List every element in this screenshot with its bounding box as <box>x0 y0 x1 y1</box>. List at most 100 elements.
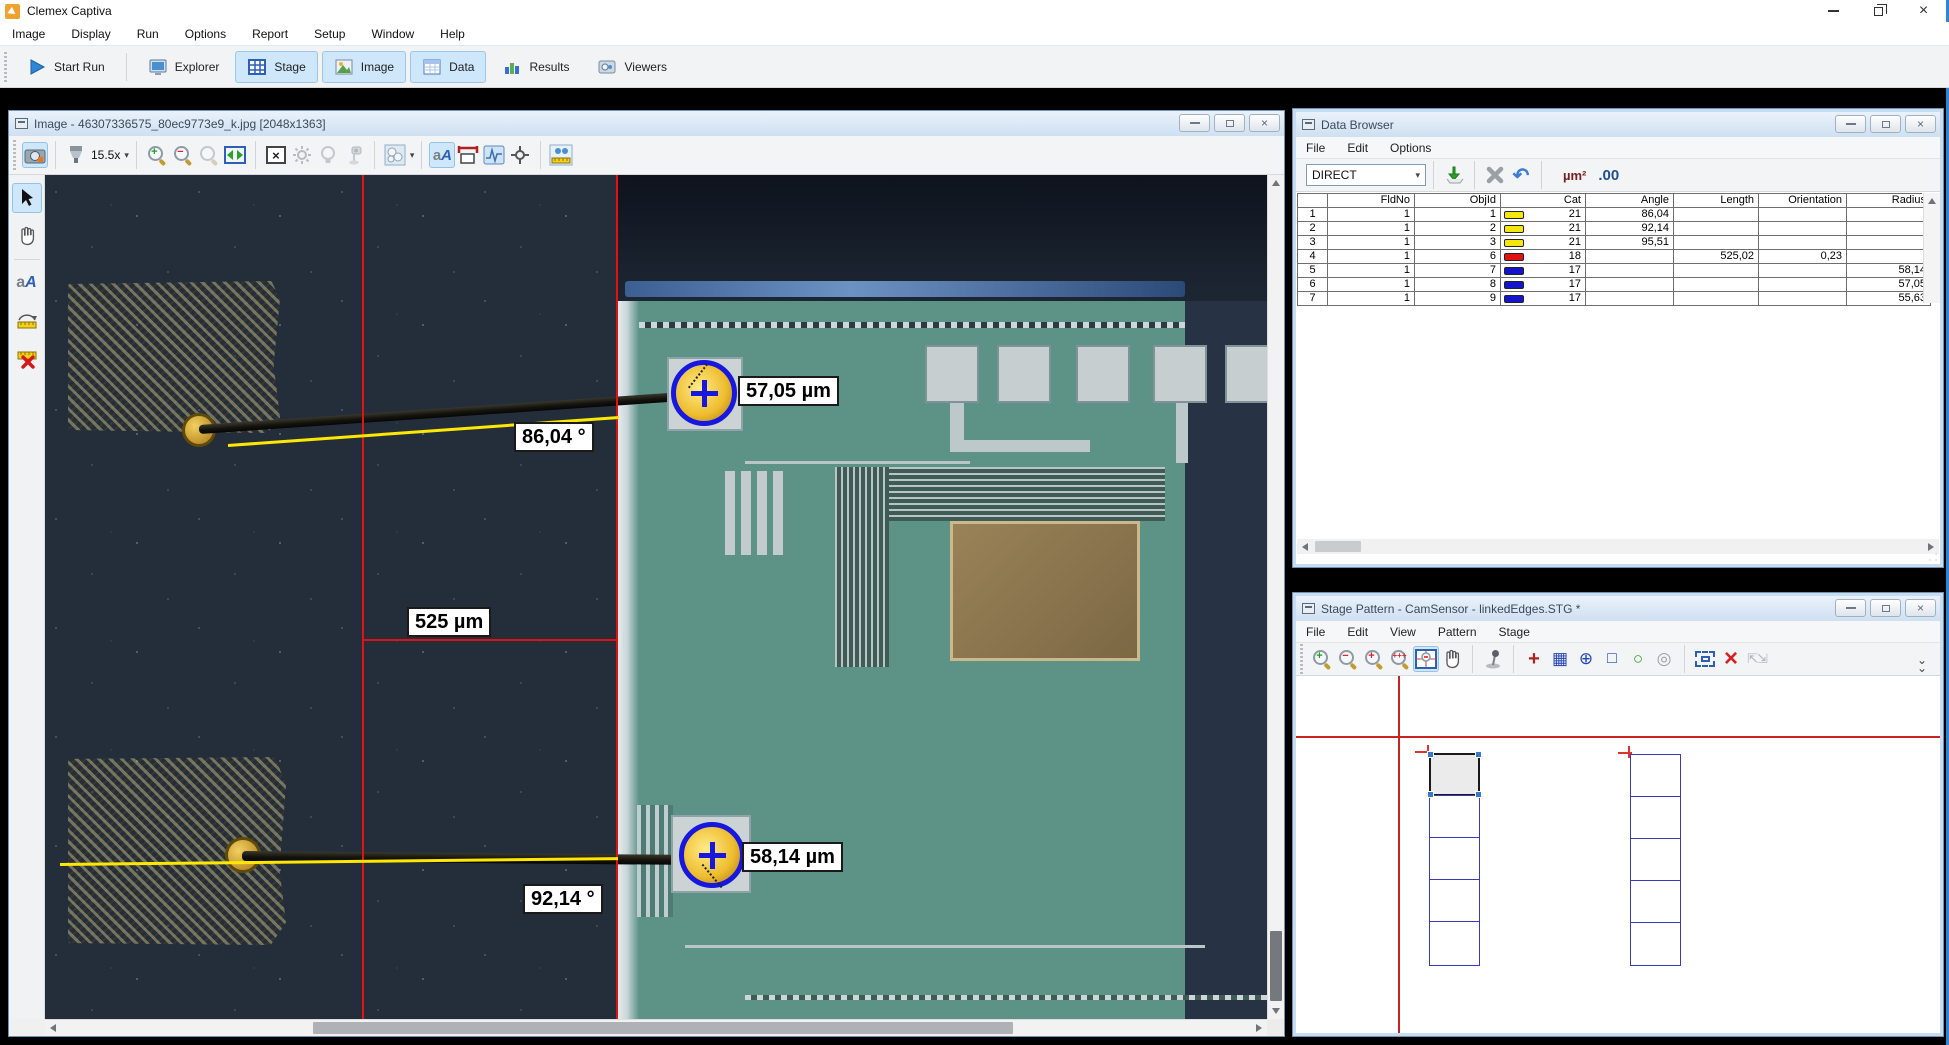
menu-help[interactable]: Help <box>440 27 465 41</box>
explorer-button[interactable]: Explorer <box>136 51 232 83</box>
cat-cell[interactable]: 21 <box>1501 208 1586 222</box>
fldno-cell[interactable]: 1 <box>1328 236 1415 250</box>
objid-cell[interactable]: 3 <box>1415 236 1501 250</box>
sp-select-marquee-button[interactable] <box>1692 646 1718 672</box>
objective-button[interactable] <box>63 142 89 168</box>
db-minimize-button[interactable] <box>1835 115 1866 133</box>
length-cell[interactable] <box>1674 292 1759 306</box>
column-header[interactable]: ObjId <box>1415 194 1501 208</box>
image-window-titlebar[interactable]: Image - 46307336575_80ec9773e9_k.jpg [20… <box>9 111 1284 136</box>
menu-report[interactable]: Report <box>252 27 288 41</box>
scroll-right-icon[interactable] <box>1256 1024 1262 1032</box>
pattern-cell-selected[interactable] <box>1429 753 1480 796</box>
sp-pan-button[interactable] <box>1439 646 1465 672</box>
angle-cell[interactable]: 92,14 <box>1586 222 1674 236</box>
sp-joystick-button[interactable] <box>1480 646 1506 672</box>
calibration-button[interactable] <box>548 142 574 168</box>
zoom-tool-button[interactable] <box>196 142 222 168</box>
row-number-cell[interactable]: 6 <box>1298 278 1328 292</box>
toolbar-overflow-button[interactable]: ⌄⌄ <box>1912 649 1932 673</box>
horizontal-scroll-thumb[interactable] <box>313 1022 1013 1034</box>
menu-options[interactable]: Options <box>185 27 226 41</box>
sp-zoom-point-button[interactable]: + <box>1361 646 1387 672</box>
export-button[interactable] <box>1441 162 1467 188</box>
menu-window[interactable]: Window <box>371 27 414 41</box>
pattern-cell[interactable] <box>1429 879 1480 922</box>
menu-display[interactable]: Display <box>71 27 110 41</box>
scroll-right-icon[interactable] <box>1928 543 1934 551</box>
cat-cell[interactable]: 21 <box>1501 222 1586 236</box>
fldno-cell[interactable]: 1 <box>1328 222 1415 236</box>
stage-button[interactable]: Stage <box>235 51 317 83</box>
close-button[interactable]: × <box>1901 0 1946 22</box>
angle-label-bottom[interactable]: 92,14 ° <box>523 884 603 914</box>
db-menu-options[interactable]: Options <box>1390 141 1431 155</box>
radius-cell[interactable]: 58,14 <box>1847 264 1931 278</box>
row-number-cell[interactable]: 7 <box>1298 292 1328 306</box>
objid-cell[interactable]: 6 <box>1415 250 1501 264</box>
angle-label-top[interactable]: 86,04 ° <box>514 422 594 452</box>
horizontal-scroll-thumb[interactable] <box>1315 541 1361 552</box>
length-cell[interactable]: 525,02 <box>1674 250 1759 264</box>
zoom-out-button[interactable]: − <box>170 142 196 168</box>
orientation-cell[interactable] <box>1759 236 1847 250</box>
cat-cell[interactable]: 17 <box>1501 292 1586 306</box>
fldno-cell[interactable]: 1 <box>1328 264 1415 278</box>
angle-cell[interactable] <box>1586 264 1674 278</box>
sp-zoom-in-button[interactable]: + <box>1309 646 1335 672</box>
sp-point-pattern-button[interactable]: + <box>1521 646 1547 672</box>
pattern-cell[interactable] <box>1630 796 1681 839</box>
objid-cell[interactable]: 1 <box>1415 208 1501 222</box>
image-close-button[interactable]: × <box>1249 114 1280 132</box>
length-cell[interactable] <box>1674 264 1759 278</box>
sp-zoom-region-button[interactable] <box>1413 646 1439 672</box>
db-close-button[interactable]: × <box>1905 115 1936 133</box>
camera-button[interactable] <box>22 142 48 168</box>
row-number-cell[interactable]: 4 <box>1298 250 1328 264</box>
scroll-left-icon[interactable] <box>1302 543 1308 551</box>
stage-pattern-canvas[interactable] <box>1296 676 1940 1033</box>
scroll-down-icon[interactable] <box>1272 1008 1280 1014</box>
results-button[interactable]: Results <box>490 51 581 83</box>
objid-cell[interactable]: 8 <box>1415 278 1501 292</box>
image-horizontal-scrollbar[interactable] <box>45 1019 1267 1036</box>
sp-delete-button[interactable]: × <box>1718 646 1744 672</box>
start-run-button[interactable]: Start Run <box>15 51 117 83</box>
column-header[interactable]: Length <box>1674 194 1759 208</box>
image-maximize-button[interactable] <box>1214 114 1245 132</box>
illumination-button[interactable] <box>315 142 341 168</box>
image-minimize-button[interactable] <box>1179 114 1210 132</box>
sp-menu-stage[interactable]: Stage <box>1499 625 1530 639</box>
length-cell[interactable] <box>1674 208 1759 222</box>
cat-cell[interactable]: 17 <box>1501 278 1586 292</box>
cat-cell[interactable]: 21 <box>1501 236 1586 250</box>
fit-to-window-button[interactable] <box>222 142 248 168</box>
column-header[interactable]: Orientation <box>1759 194 1847 208</box>
pan-tool-button[interactable] <box>12 221 42 251</box>
clear-markers-button[interactable]: × <box>263 142 289 168</box>
scroll-up-icon[interactable] <box>1928 198 1936 204</box>
sp-minimize-button[interactable] <box>1835 599 1866 617</box>
scroll-up-icon[interactable] <box>1272 180 1280 186</box>
pattern-cell[interactable] <box>1630 838 1681 881</box>
radius-cell[interactable] <box>1847 208 1931 222</box>
orientation-cell[interactable] <box>1759 292 1847 306</box>
sp-menu-view[interactable]: View <box>1390 625 1416 639</box>
orientation-cell[interactable]: 0,23 <box>1759 250 1847 264</box>
micrograph-view[interactable]: 57,05 µm 86,04 ° 525 µm 58,14 µm 92,14 ° <box>45 175 1267 1019</box>
db-menu-edit[interactable]: Edit <box>1347 141 1368 155</box>
table-horizontal-scrollbar[interactable] <box>1297 539 1939 554</box>
cat-cell[interactable]: 18 <box>1501 250 1586 264</box>
radius-cell[interactable] <box>1847 250 1931 264</box>
row-number-cell[interactable]: 1 <box>1298 208 1328 222</box>
settings-button[interactable] <box>289 142 315 168</box>
angle-cell[interactable] <box>1586 292 1674 306</box>
orientation-cell[interactable] <box>1759 278 1847 292</box>
objid-cell[interactable]: 7 <box>1415 264 1501 278</box>
zoom-dropdown-arrow-icon[interactable]: ▾ <box>124 150 129 161</box>
fldno-cell[interactable]: 1 <box>1328 250 1415 264</box>
sp-fullscreen-button[interactable]: ⇱⇲ <box>1744 646 1770 672</box>
zoom-in-button[interactable]: + <box>144 142 170 168</box>
stage-pattern-titlebar[interactable]: Stage Pattern - CamSensor - linkedEdges.… <box>1296 596 1940 621</box>
image-vertical-scrollbar[interactable] <box>1267 175 1284 1019</box>
